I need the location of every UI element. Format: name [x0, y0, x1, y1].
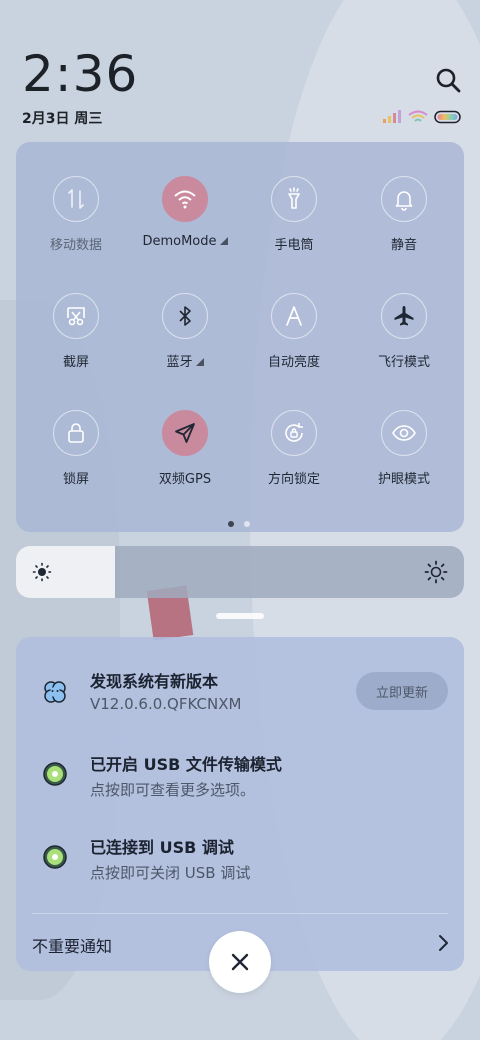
system-update-icon — [44, 681, 66, 703]
drag-handle[interactable] — [216, 613, 264, 619]
lock-icon — [53, 410, 99, 456]
page-indicator — [228, 521, 250, 527]
unimportant-notifications-link[interactable]: 不重要通知 — [32, 933, 112, 957]
gps-icon — [162, 410, 208, 456]
bell-icon — [381, 176, 427, 222]
bluetooth-icon — [162, 293, 208, 339]
tile-label: DemoMode — [142, 234, 217, 249]
notification-title: 已开启 USB 文件传输模式 — [90, 755, 282, 774]
tile-eye-comfort[interactable]: 护眼模式 — [349, 410, 459, 520]
tile-bluetooth[interactable]: 蓝牙 — [130, 293, 240, 403]
mobile-data-icon — [53, 176, 99, 222]
search-icon[interactable] — [434, 66, 462, 94]
notification-subtitle: 点按即可关闭 USB 调试 — [90, 864, 251, 882]
auto-brightness-icon — [271, 293, 317, 339]
page-dot — [244, 521, 250, 527]
wifi-status-icon — [408, 110, 428, 122]
update-now-button[interactable]: 立即更新 — [356, 672, 448, 710]
chevron-right-icon[interactable] — [436, 933, 450, 953]
eye-icon — [381, 410, 427, 456]
notification-title: 已连接到 USB 调试 — [90, 838, 234, 857]
tile-label: 截屏 — [62, 355, 89, 370]
brightness-slider[interactable] — [16, 546, 464, 598]
tile-label: 锁屏 — [62, 472, 89, 487]
android-system-icon — [43, 845, 67, 869]
expand-triangle-icon — [219, 237, 228, 245]
tile-demomode[interactable]: DemoMode — [130, 176, 240, 286]
clear-all-button[interactable] — [209, 931, 271, 993]
quick-settings-panel: 移动数据 DemoMode 手电筒 静音 截屏 蓝牙 自动亮度 飞行模式 锁屏 … — [16, 142, 464, 532]
screenshot-icon — [53, 293, 99, 339]
tile-label: 护眼模式 — [377, 472, 430, 487]
flashlight-icon — [271, 176, 317, 222]
clock-time: 2:36 — [22, 45, 139, 103]
signal-icon — [383, 110, 401, 123]
battery-icon — [434, 110, 461, 124]
page-dot-active — [228, 521, 234, 527]
notification-title: 发现系统有新版本 — [90, 672, 219, 691]
expand-triangle-icon — [195, 358, 204, 366]
tile-rotation-lock[interactable]: 方向锁定 — [239, 410, 349, 520]
tile-label: 双频GPS — [158, 472, 212, 487]
tile-label: 蓝牙 — [166, 355, 193, 370]
android-system-icon — [43, 762, 67, 786]
brightness-low-icon — [32, 562, 52, 582]
tile-mobile-data[interactable]: 移动数据 — [21, 176, 131, 286]
notification-subtitle: V12.0.6.0.QFKCNXM — [90, 695, 242, 713]
clock-date: 2月3日 周三 — [22, 111, 103, 127]
tile-label: 自动亮度 — [267, 355, 320, 370]
tile-lock-screen[interactable]: 锁屏 — [21, 410, 131, 520]
notification-panel: 发现系统有新版本 V12.0.6.0.QFKCNXM 立即更新 已开启 USB … — [16, 637, 464, 971]
rotation-lock-icon — [271, 410, 317, 456]
tile-flashlight[interactable]: 手电筒 — [239, 176, 349, 286]
tile-dual-gps[interactable]: 双频GPS — [130, 410, 240, 520]
brightness-fill — [16, 546, 115, 598]
tile-auto-brightness[interactable]: 自动亮度 — [239, 293, 349, 403]
brightness-high-icon — [424, 560, 448, 584]
airplane-icon — [381, 293, 427, 339]
tile-label: 移动数据 — [49, 238, 102, 253]
tile-silent[interactable]: 静音 — [349, 176, 459, 286]
tile-screenshot[interactable]: 截屏 — [21, 293, 131, 403]
close-icon — [231, 953, 249, 971]
wifi-icon — [162, 176, 208, 222]
tile-airplane[interactable]: 飞行模式 — [349, 293, 459, 403]
divider — [32, 913, 448, 914]
tile-label: 静音 — [390, 238, 417, 253]
tile-label: 飞行模式 — [377, 355, 430, 370]
notification-subtitle: 点按即可查看更多选项。 — [90, 781, 256, 799]
status-icons — [382, 110, 462, 124]
tile-label: 手电筒 — [274, 238, 314, 253]
tile-label: 方向锁定 — [267, 472, 320, 487]
